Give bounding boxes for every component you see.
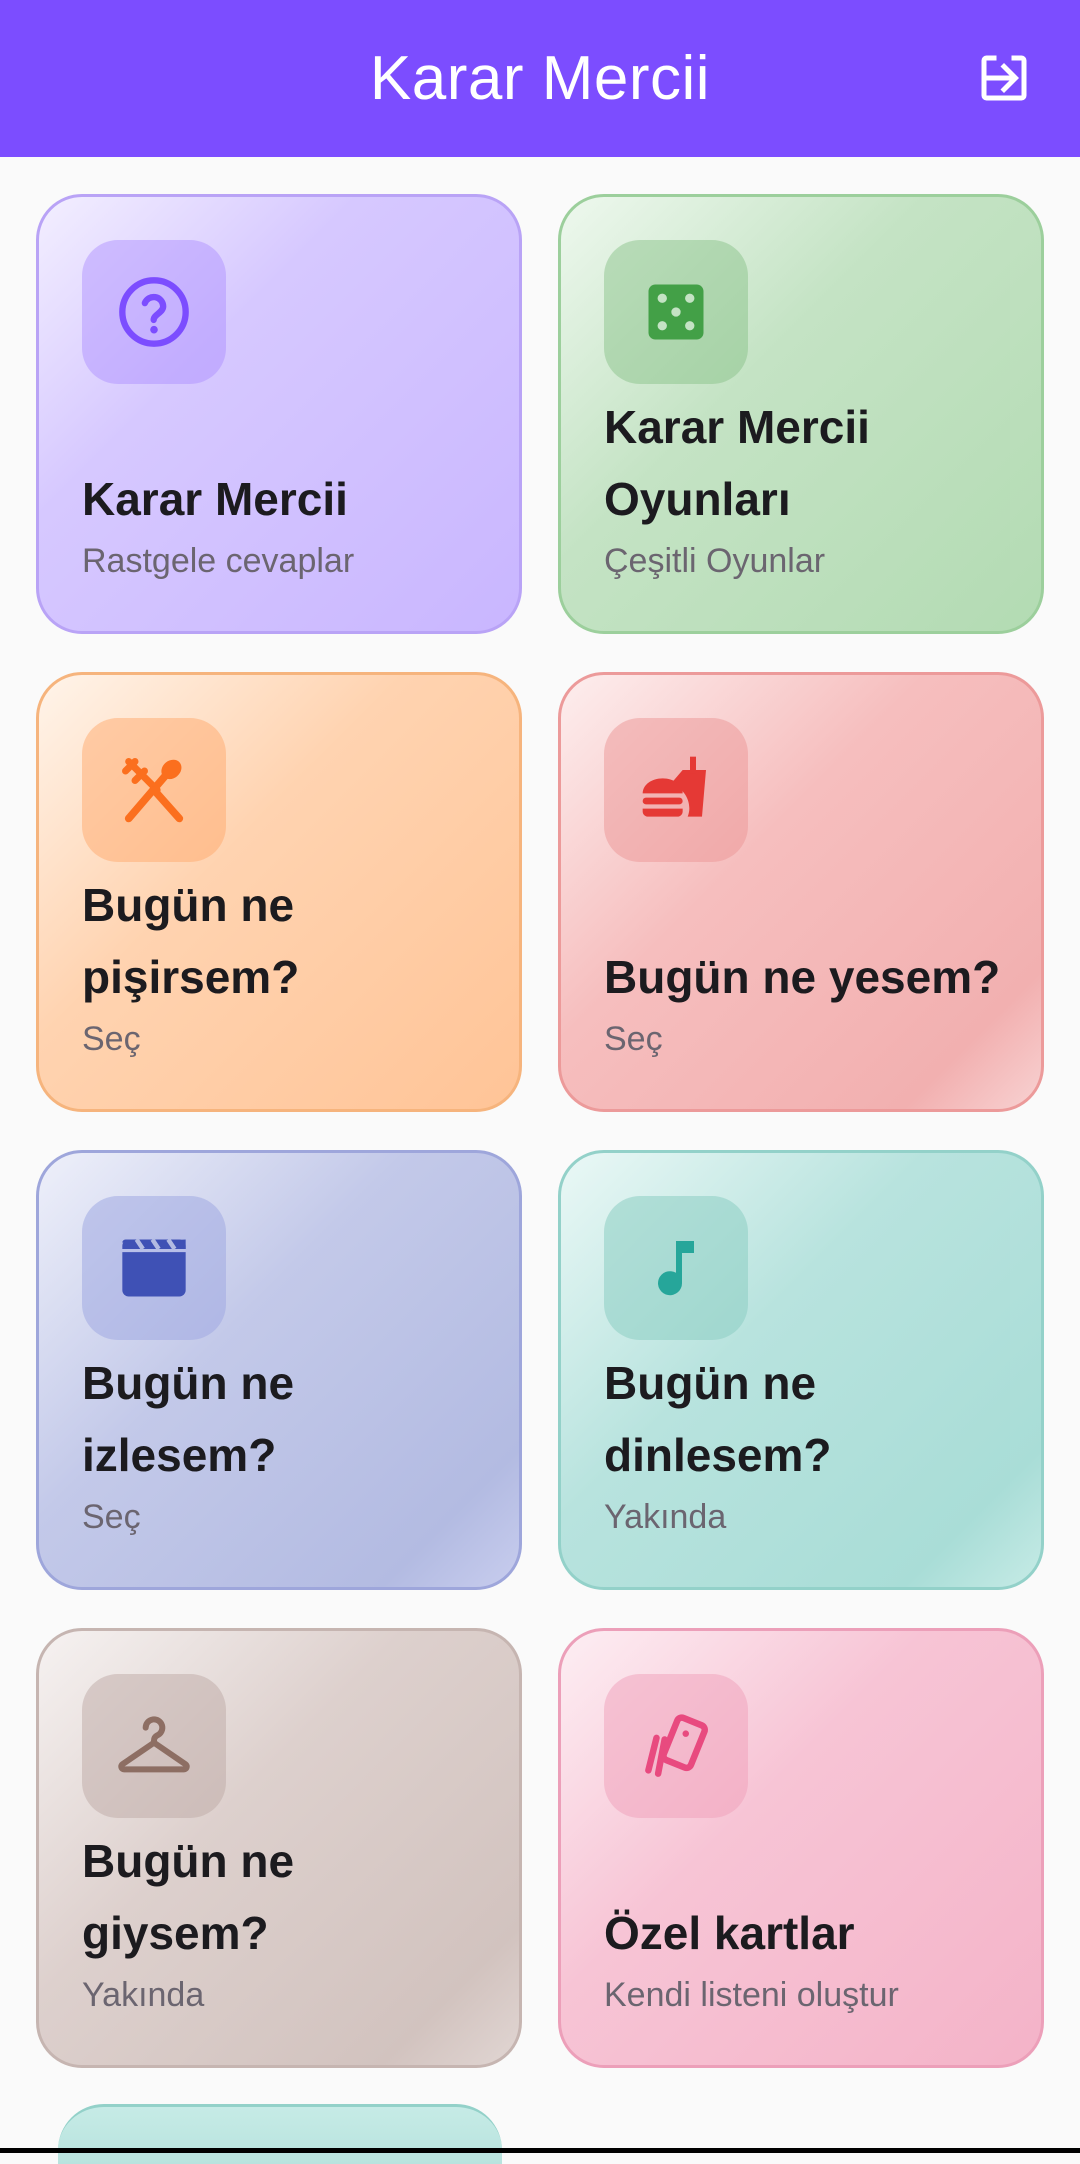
card-title: Karar Mercii [82, 473, 348, 525]
card-subtitle: Yakında [604, 1498, 727, 1536]
card-icon-box [604, 240, 748, 384]
card-bugun-ne-dinlesem[interactable]: Bugün ne dinlesem? Yakında [558, 1150, 1044, 1590]
logout-button[interactable] [968, 42, 1040, 114]
menu-grid: Karar Mercii Rastgele cevaplar Karar Mer… [36, 194, 1044, 2068]
hanger-icon [118, 1716, 190, 1773]
card-icon-box [82, 1196, 226, 1340]
music-note-icon [658, 1241, 694, 1296]
card-title: Bugün ne yesem? [604, 951, 1001, 1003]
card-subtitle: Yakında [82, 1976, 205, 2014]
card-bugun-ne-izlesem[interactable]: Bugün ne izlesem? Seç [36, 1150, 522, 1590]
movie-icon [122, 1238, 186, 1297]
card-title: Karar Mercii Oyunları [604, 401, 870, 525]
card-title: Özel kartlar [604, 1907, 855, 1959]
card-bugun-ne-yesem[interactable]: Bugün ne yesem? Seç [558, 672, 1044, 1112]
card-title: Bugün ne izlesem? [82, 1357, 295, 1481]
fastfood-icon [642, 756, 706, 817]
card-bugun-ne-giysem[interactable]: Bugün ne giysem? Yakında [36, 1628, 522, 2068]
dice-icon [648, 284, 704, 340]
card-ozel-kartlar[interactable]: Özel kartlar Kendi listeni oluştur [558, 1628, 1044, 2068]
card-subtitle: Rastgele cevaplar [82, 542, 355, 580]
bottom-edge [0, 2148, 1080, 2153]
page-title: Karar Mercii [369, 44, 711, 113]
card-subtitle: Seç [82, 1020, 141, 1058]
card-icon-box [604, 1674, 748, 1818]
card-icon-box [82, 240, 226, 384]
card-icon-box [82, 1674, 226, 1818]
card-title: Bugün ne dinlesem? [604, 1357, 832, 1481]
card-partial[interactable] [58, 2104, 502, 2164]
card-title: Bugün ne giysem? [82, 1835, 295, 1959]
utensils-icon [122, 758, 184, 823]
card-icon-box [82, 718, 226, 862]
card-icon-box [604, 1196, 748, 1340]
card-title: Bugün ne pişirsem? [82, 879, 300, 1003]
card-karar-mercii-oyunlari[interactable]: Karar Mercii Oyunları Çeşitli Oyunlar [558, 194, 1044, 634]
logout-icon [981, 55, 1027, 101]
card-bugun-ne-pisirsem[interactable]: Bugün ne pişirsem? Seç [36, 672, 522, 1112]
card-subtitle: Çeşitli Oyunlar [604, 542, 826, 580]
card-karar-mercii[interactable]: Karar Mercii Rastgele cevaplar [36, 194, 522, 634]
card-subtitle: Seç [604, 1020, 663, 1058]
cards-icon [645, 1714, 708, 1777]
card-icon-box [604, 718, 748, 862]
help-circle-icon [119, 277, 189, 347]
app-bar: Karar Mercii [0, 0, 1080, 157]
card-subtitle: Kendi listeni oluştur [604, 1976, 899, 2014]
card-subtitle: Seç [82, 1498, 141, 1536]
